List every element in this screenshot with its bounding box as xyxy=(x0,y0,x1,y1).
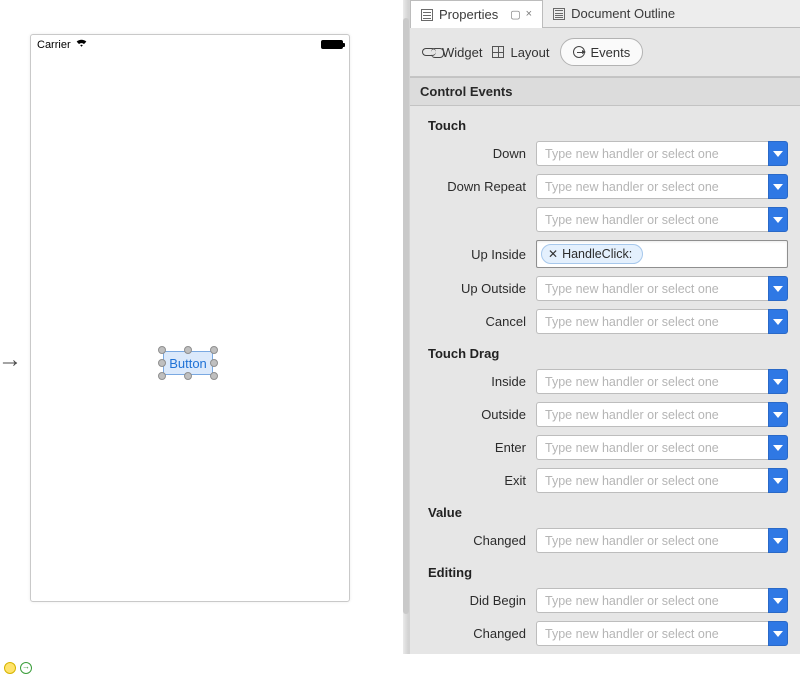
label-drag-exit: Exit xyxy=(422,473,526,488)
document-outline-icon xyxy=(553,8,565,20)
input-touch-up-inside-add[interactable] xyxy=(536,207,768,232)
combo-touch-up-outside[interactable] xyxy=(536,276,788,301)
dropdown-icon[interactable] xyxy=(768,207,788,232)
resize-handle-w[interactable] xyxy=(158,359,166,367)
label-drag-enter: Enter xyxy=(422,440,526,455)
token-box-up-inside[interactable]: ✕ HandleClick: xyxy=(536,240,788,268)
token-label: HandleClick: xyxy=(562,247,632,261)
dropdown-icon[interactable] xyxy=(768,435,788,460)
panel-divider[interactable] xyxy=(400,0,410,654)
tab-dock-icon[interactable]: ▢ xyxy=(510,8,520,21)
resize-handle-e[interactable] xyxy=(210,359,218,367)
token-remove-icon[interactable]: ✕ xyxy=(548,247,558,261)
events-icon xyxy=(573,46,585,58)
canvas-button-label: Button xyxy=(169,356,207,371)
dropdown-icon[interactable] xyxy=(768,309,788,334)
pill-layout-label: Layout xyxy=(510,45,549,60)
segue-arrow-icon: → xyxy=(0,346,22,374)
group-title-value: Value xyxy=(418,497,792,524)
combo-touch-down-repeat[interactable] xyxy=(536,174,788,199)
pill-events-label: Events xyxy=(591,45,631,60)
dropdown-icon[interactable] xyxy=(768,528,788,553)
pill-layout[interactable]: Layout xyxy=(492,38,549,66)
label-touch-up-outside: Up Outside xyxy=(422,281,526,296)
resize-handle-se[interactable] xyxy=(210,372,218,380)
combo-touch-down[interactable] xyxy=(536,141,788,166)
selected-widget[interactable]: Button xyxy=(163,351,213,375)
combo-editing-changed[interactable] xyxy=(536,621,788,646)
tab-properties-label: Properties xyxy=(439,7,498,22)
input-editing-did-begin[interactable] xyxy=(536,588,768,613)
group-title-touch: Touch xyxy=(418,110,792,137)
input-drag-exit[interactable] xyxy=(536,468,768,493)
dropdown-icon[interactable] xyxy=(768,468,788,493)
combo-drag-outside[interactable] xyxy=(536,402,788,427)
combo-drag-enter[interactable] xyxy=(536,435,788,460)
properties-icon xyxy=(421,9,433,21)
pill-widget-label: Widget xyxy=(442,45,482,60)
section-header-control-events: Control Events xyxy=(410,77,800,106)
status-carrier-label: Carrier xyxy=(37,39,71,51)
pill-widget[interactable]: Widget xyxy=(422,38,482,66)
widget-icon xyxy=(422,48,436,56)
tab-properties[interactable]: Properties ▢ × xyxy=(410,0,543,28)
designer-panel: → Carrier Button xyxy=(0,0,400,654)
group-title-touch-drag: Touch Drag xyxy=(418,338,792,365)
dropdown-icon[interactable] xyxy=(768,174,788,199)
resize-handle-ne[interactable] xyxy=(210,346,218,354)
pill-events[interactable]: Events xyxy=(560,38,644,66)
tab-document-outline-label: Document Outline xyxy=(571,6,675,21)
input-touch-up-outside[interactable] xyxy=(536,276,768,301)
label-touch-down: Down xyxy=(422,146,526,161)
combo-touch-cancel[interactable] xyxy=(536,309,788,334)
combo-drag-inside[interactable] xyxy=(536,369,788,394)
input-touch-cancel[interactable] xyxy=(536,309,768,334)
handler-token-handleclick[interactable]: ✕ HandleClick: xyxy=(541,244,643,264)
input-drag-enter[interactable] xyxy=(536,435,768,460)
combo-value-changed[interactable] xyxy=(536,528,788,553)
label-touch-cancel: Cancel xyxy=(422,314,526,329)
label-touch-down-repeat: Down Repeat xyxy=(422,179,526,194)
warnings-icon[interactable] xyxy=(4,662,16,674)
dropdown-icon[interactable] xyxy=(768,276,788,301)
label-drag-outside: Outside xyxy=(422,407,526,422)
dropdown-icon[interactable] xyxy=(768,588,788,613)
combo-editing-did-begin[interactable] xyxy=(536,588,788,613)
input-touch-down[interactable] xyxy=(536,141,768,166)
resize-handle-sw[interactable] xyxy=(158,372,166,380)
input-value-changed[interactable] xyxy=(536,528,768,553)
properties-sub-tabs: Widget Layout Events xyxy=(410,28,800,77)
dropdown-icon[interactable] xyxy=(768,369,788,394)
device-canvas[interactable]: Carrier Button xyxy=(30,34,350,602)
panel-tabs: Properties ▢ × Document Outline xyxy=(410,0,800,28)
group-title-editing: Editing xyxy=(418,557,792,584)
input-drag-outside[interactable] xyxy=(536,402,768,427)
scrollbar-track[interactable] xyxy=(403,18,409,614)
battery-icon xyxy=(321,40,343,49)
properties-panel: Properties ▢ × Document Outline Widget L… xyxy=(410,0,800,654)
status-bar: Carrier xyxy=(31,35,349,53)
tab-document-outline[interactable]: Document Outline xyxy=(543,0,685,27)
label-touch-up-inside: Up Inside xyxy=(422,247,526,262)
input-touch-down-repeat[interactable] xyxy=(536,174,768,199)
refresh-icon[interactable] xyxy=(20,662,32,674)
label-value-changed: Changed xyxy=(422,533,526,548)
dropdown-icon[interactable] xyxy=(768,621,788,646)
tab-close-icon[interactable]: × xyxy=(526,8,532,21)
input-drag-inside[interactable] xyxy=(536,369,768,394)
combo-drag-exit[interactable] xyxy=(536,468,788,493)
resize-handle-n[interactable] xyxy=(184,346,192,354)
dropdown-icon[interactable] xyxy=(768,402,788,427)
input-editing-changed[interactable] xyxy=(536,621,768,646)
resize-handle-nw[interactable] xyxy=(158,346,166,354)
dropdown-icon[interactable] xyxy=(768,141,788,166)
wifi-icon xyxy=(75,38,88,51)
layout-icon xyxy=(492,46,504,58)
label-drag-inside: Inside xyxy=(422,374,526,389)
combo-touch-up-inside-add[interactable] xyxy=(536,207,788,232)
label-editing-changed: Changed xyxy=(422,626,526,641)
resize-handle-s[interactable] xyxy=(184,372,192,380)
label-editing-did-begin: Did Begin xyxy=(422,593,526,608)
